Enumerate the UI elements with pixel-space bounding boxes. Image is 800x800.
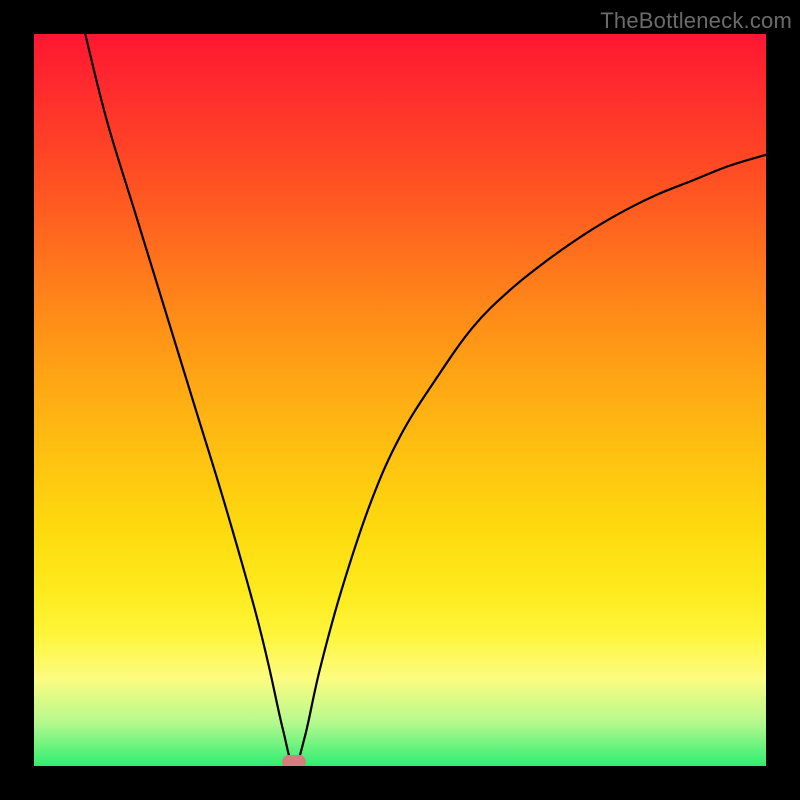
min-marker xyxy=(282,755,306,766)
chart-frame: TheBottleneck.com xyxy=(0,0,800,800)
plot-area xyxy=(34,34,766,766)
watermark-text: TheBottleneck.com xyxy=(600,8,792,34)
bottleneck-curve xyxy=(34,34,766,766)
